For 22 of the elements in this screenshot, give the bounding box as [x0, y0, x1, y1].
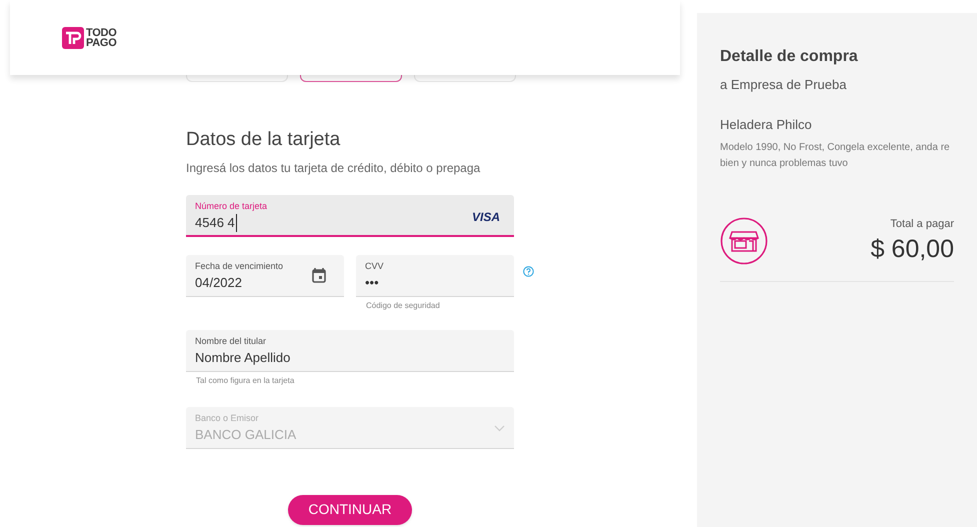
logo-icon	[62, 26, 84, 48]
form-subtitle: Ingresá los datos tu tarjeta de crédito, débito o prepaga	[186, 160, 482, 176]
helper-text: Código de seguridad	[365, 300, 441, 310]
help-icon[interactable]	[523, 266, 534, 276]
card-brand-logo: VISA	[472, 208, 500, 226]
store-icon	[720, 216, 768, 264]
calendar-icon[interactable]	[312, 268, 326, 282]
input-field[interactable]: Nombre del titular Nombre Apellido	[186, 330, 514, 372]
total-label: Total a pagar	[890, 217, 954, 232]
continue-button[interactable]: CONTINUAR	[288, 494, 412, 524]
step-tab[interactable]	[300, 75, 402, 82]
helper-text: Tal como figura en la tarjeta	[195, 376, 296, 386]
merchant-name: a Empresa de Prueba	[720, 76, 848, 94]
product-description: Modelo 1990, No Frost, Congela excelente, anda re bien y nunca problemas tuvo	[720, 141, 951, 171]
input-field[interactable]: CVV •••	[356, 254, 514, 296]
logo-text: TODO PAGO	[86, 28, 116, 48]
input-field[interactable]: Fecha de vencimiento 04/2022	[186, 254, 344, 296]
product-name: Heladera Philco	[720, 116, 813, 134]
form-title: Datos de la tarjeta	[186, 128, 342, 152]
summary-title: Detalle de compra	[720, 47, 859, 67]
input-field[interactable]: Número de tarjeta 4546 4 VISA	[186, 194, 514, 236]
total-amount: $ 60,00	[870, 234, 954, 264]
